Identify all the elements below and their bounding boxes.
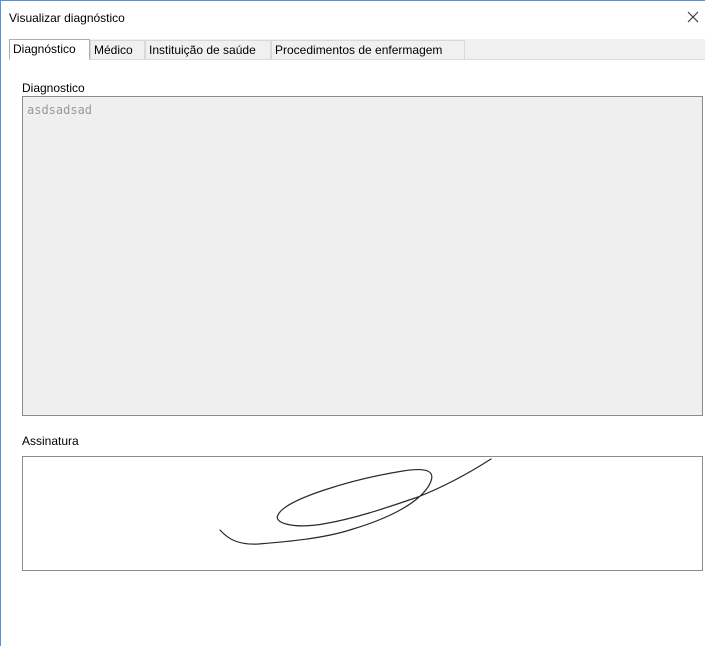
close-icon [687, 11, 699, 23]
diagnostico-label: Diagnostico [22, 81, 85, 95]
close-button[interactable] [681, 7, 705, 27]
signature-drawing [219, 458, 492, 545]
tab-bar: Diagnóstico Médico Instituição de saúde … [9, 39, 705, 60]
title-bar[interactable]: Visualizar diagnóstico [1, 1, 705, 29]
diagnostico-textarea[interactable]: asdsadsad [22, 96, 703, 416]
diagnostico-text: asdsadsad [27, 103, 93, 117]
tab-diagnostico[interactable]: Diagnóstico [9, 39, 90, 60]
signature-pad[interactable] [22, 456, 703, 571]
tab-instituicao-de-saude[interactable]: Instituição de saúde [145, 40, 271, 59]
tab-procedimentos-de-enfermagem[interactable]: Procedimentos de enfermagem [271, 40, 465, 59]
dialog-window: Visualizar diagnóstico Diagnóstico Médic… [0, 0, 705, 646]
tab-medico[interactable]: Médico [90, 40, 145, 59]
assinatura-label: Assinatura [22, 434, 79, 448]
window-title: Visualizar diagnóstico [9, 11, 125, 25]
